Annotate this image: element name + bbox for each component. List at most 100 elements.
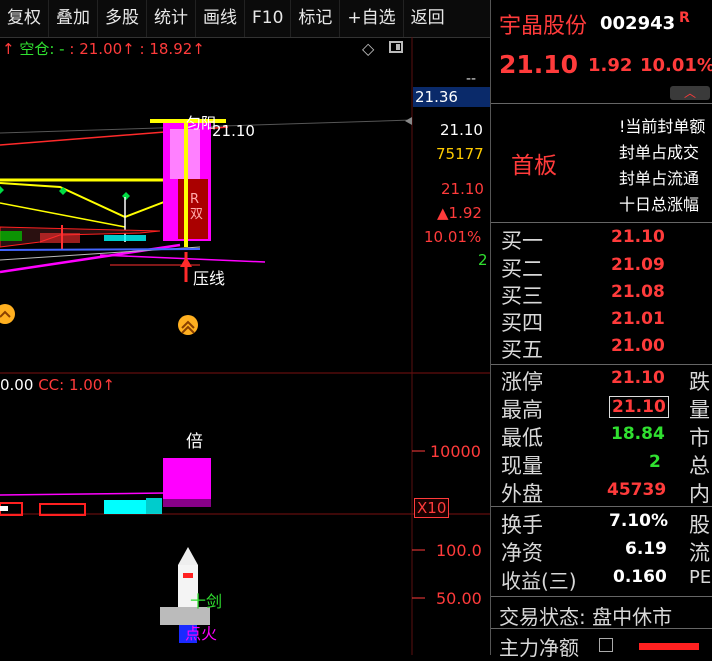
right-change-value: ▲1.92 bbox=[437, 204, 482, 222]
annotation-pressure-line: 压线 bbox=[193, 269, 226, 288]
position-status-label: 空仓: - bbox=[19, 40, 65, 58]
fin-extra: PE bbox=[689, 567, 712, 588]
stat-row: 现量 2 总 bbox=[499, 450, 712, 478]
toolbar-f10-button[interactable]: F10 bbox=[244, 0, 290, 37]
right-close-value: 21.10 bbox=[441, 180, 484, 198]
last-price: 21.10 bbox=[499, 50, 579, 79]
stock-badge: R bbox=[679, 10, 690, 26]
stat-extra: 跌 bbox=[689, 370, 710, 394]
main-chart-header: ↑ 空仓: - : 21.00↑ : 18.92↑ bbox=[2, 38, 205, 59]
volume-scale-label: 10000 bbox=[430, 442, 481, 461]
stat-value: 21.10 bbox=[611, 368, 665, 388]
trade-status: 交易状态: 盘中休市 bbox=[499, 605, 673, 629]
fin-row: 净资 6.19 流 bbox=[499, 537, 712, 565]
stat-extra: 内 bbox=[689, 482, 710, 506]
stat-extra: 总 bbox=[689, 454, 710, 478]
bid-label: 买二 bbox=[501, 257, 543, 281]
bid-label: 买四 bbox=[501, 311, 543, 335]
bid-row[interactable]: 买五 21.00 bbox=[499, 334, 712, 362]
stat-label: 外盘 bbox=[501, 482, 543, 506]
diamond-icon[interactable]: ◇ bbox=[362, 39, 374, 58]
seal-info-line: !当前封单额 bbox=[619, 117, 706, 136]
indicator-scale-top: 100.0 bbox=[436, 541, 482, 560]
stat-value: 18.84 bbox=[611, 424, 665, 444]
toolbar-restore-rights-button[interactable]: 复权 bbox=[0, 0, 48, 37]
indicator-scale-mid: 50.00 bbox=[436, 589, 482, 608]
toolbar-overlay-button[interactable]: 叠加 bbox=[48, 0, 97, 37]
header-arrow-2-icon: ↑ bbox=[192, 40, 205, 58]
cc-arrow-icon: ↑ bbox=[102, 376, 115, 394]
toolbar-multi-stock-button[interactable]: 多股 bbox=[97, 0, 146, 37]
fin-row: 换手 7.10% 股 bbox=[499, 509, 712, 537]
header-value-2: : 18.92 bbox=[139, 40, 193, 58]
header-up-arrow-icon: ↑ bbox=[2, 40, 15, 58]
volume-multiple-label: 倍 bbox=[186, 432, 203, 452]
bid-price: 21.01 bbox=[611, 309, 665, 329]
bid-row[interactable]: 买二 21.09 bbox=[499, 253, 712, 281]
fin-value: 7.10% bbox=[609, 511, 668, 531]
stat-label: 涨停 bbox=[501, 370, 543, 394]
divider bbox=[491, 596, 712, 597]
divider bbox=[491, 103, 712, 104]
bid-price: 21.10 bbox=[611, 227, 665, 247]
quote-panel: 宇晶股份 002943 R 21.10 1.92 10.01% ︿ 首板 !当前… bbox=[490, 0, 712, 660]
header-value-1: : 21.00 bbox=[69, 40, 123, 58]
stat-row: 最低 18.84 市 bbox=[499, 422, 712, 450]
price-change: 1.92 bbox=[588, 55, 633, 76]
price-scale-placeholder: -- bbox=[466, 71, 477, 87]
stock-name: 宇晶股份 bbox=[499, 14, 588, 39]
right-volume-value: 75177 bbox=[436, 145, 484, 163]
seal-info-line: 十日总涨幅 bbox=[619, 195, 700, 214]
volume-panel-header: 0.00 CC: 1.00↑ bbox=[0, 376, 115, 394]
fin-value: 6.19 bbox=[625, 539, 667, 559]
bid-row[interactable]: 买一 21.10 bbox=[499, 225, 712, 253]
stat-extra: 市 bbox=[689, 426, 710, 450]
stat-label: 现量 bbox=[501, 454, 543, 478]
toolbar-add-watchlist-button[interactable]: +自选 bbox=[339, 0, 402, 37]
main-flow-list-icon[interactable] bbox=[599, 638, 613, 652]
volume-header-value: 0.00 bbox=[0, 376, 34, 394]
right-current-volume: 2 bbox=[478, 251, 488, 269]
bid-price: 21.08 bbox=[611, 282, 665, 302]
bid-row[interactable]: 买三 21.08 bbox=[499, 280, 712, 308]
seal-info-line: 封单占成交 bbox=[619, 143, 700, 162]
board-label: 首板 bbox=[511, 153, 557, 179]
divider bbox=[491, 628, 712, 629]
bid-row[interactable]: 买四 21.01 bbox=[499, 307, 712, 335]
collapse-chevron-icon[interactable]: ︿ bbox=[670, 86, 710, 100]
stat-extra: 量 bbox=[689, 398, 710, 422]
indicator-sword-label: 十剑 bbox=[190, 592, 223, 611]
toolbar: 复权 叠加 多股 统计 画线 F10 标记 +自选 返回 bbox=[0, 0, 490, 38]
stat-value: 21.10 bbox=[609, 396, 669, 418]
fin-extra: 股 bbox=[689, 513, 710, 537]
volume-multiplier-badge: X10 bbox=[414, 498, 450, 518]
chart-area[interactable]: ↑ 空仓: - : 21.00↑ : 18.92↑ ◇ -- 21.36 21.… bbox=[0, 37, 490, 655]
cc-label: CC: 1.00 bbox=[38, 376, 103, 394]
toolbar-mark-button[interactable]: 标记 bbox=[290, 0, 339, 37]
indicator-fire-label: 点火 bbox=[185, 624, 218, 643]
divider bbox=[491, 364, 712, 365]
fin-label: 换手 bbox=[501, 513, 543, 537]
bid-price: 21.09 bbox=[611, 255, 665, 275]
header-arrow-1-icon: ↑ bbox=[122, 40, 135, 58]
bid-label: 买五 bbox=[501, 338, 543, 362]
fin-value: 0.160 bbox=[613, 567, 667, 587]
fin-extra: 流 bbox=[689, 541, 710, 565]
toolbar-back-button[interactable]: 返回 bbox=[402, 0, 452, 37]
stat-row: 涨停 21.10 跌 bbox=[499, 366, 712, 394]
stat-value: 2 bbox=[649, 452, 661, 472]
fin-label: 收益(三) bbox=[501, 569, 577, 593]
toolbar-draw-line-button[interactable]: 画线 bbox=[195, 0, 244, 37]
stat-label: 最高 bbox=[501, 398, 543, 422]
main-flow-bar bbox=[639, 643, 699, 650]
stat-label: 最低 bbox=[501, 426, 543, 450]
stat-row: 最高 21.10 量 bbox=[499, 394, 712, 422]
candle-price-label: 21.10 bbox=[212, 122, 255, 140]
bid-label: 买一 bbox=[501, 229, 543, 253]
panel-toggle-icon[interactable] bbox=[389, 41, 403, 53]
divider bbox=[491, 222, 712, 223]
stock-code: 002943 bbox=[600, 13, 676, 34]
price-cursor-label: 21.36 bbox=[415, 88, 458, 106]
toolbar-statistics-button[interactable]: 统计 bbox=[146, 0, 195, 37]
right-change-pct-value: 10.01% bbox=[424, 228, 482, 246]
